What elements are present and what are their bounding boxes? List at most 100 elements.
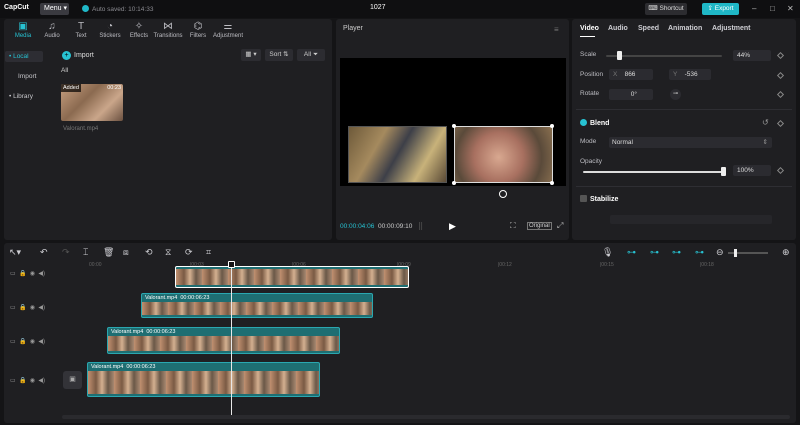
preview-clip-left[interactable] (348, 126, 447, 183)
reset-icon[interactable]: ↺ (762, 118, 769, 127)
sort-button[interactable]: Sort ⇅ (265, 49, 293, 61)
unchecked-icon (580, 195, 587, 202)
tab-speed[interactable]: Speed (638, 25, 659, 32)
undo-icon[interactable]: ↶ (40, 247, 48, 258)
auto-snap-icon[interactable]: ⊶ (650, 247, 659, 258)
tool-label: Filters (189, 33, 207, 39)
ruler-tick: |00:18 (700, 262, 714, 268)
plus-icon: + (62, 51, 71, 60)
tool-adjustment[interactable]: ⚌ Adjustment (212, 20, 244, 39)
stabilize-level-select[interactable] (610, 215, 772, 224)
blend-section[interactable]: Blend (580, 119, 609, 127)
zoom-fit-icon[interactable]: ⊕ (782, 247, 790, 258)
redo-icon[interactable]: ↷ (62, 247, 70, 258)
tab-video[interactable]: Video (580, 25, 599, 32)
tab-adjustment[interactable]: Adjustment (712, 25, 751, 32)
timeline-clip[interactable]: Valorant.mp4 00:00:06:23 (141, 293, 373, 318)
filter-button[interactable]: All ⏷ (297, 49, 325, 61)
tool-effects[interactable]: ✧ Effects (124, 20, 154, 39)
play-icon[interactable]: ▶ (449, 221, 456, 232)
shortcut-button[interactable]: ⌨ Shortcut (645, 3, 687, 15)
tool-audio[interactable]: ♫ Audio (37, 20, 67, 39)
playhead-handle[interactable] (228, 261, 235, 268)
y-value: -536 (684, 71, 698, 78)
ratio-button[interactable]: Original (527, 222, 552, 230)
tool-label: Text (75, 33, 87, 39)
menu-button[interactable]: Menu ▾ (40, 3, 69, 15)
scale-slider[interactable] (606, 55, 722, 57)
player-menu-icon[interactable]: ≡ (554, 25, 559, 34)
crop-tool-icon[interactable]: ⌗ (206, 247, 211, 258)
maximize-icon[interactable]: □ (770, 4, 775, 13)
playhead[interactable] (231, 263, 232, 415)
blend-mode-select[interactable]: Normal ⇕ (609, 137, 772, 148)
tool-filters[interactable]: ⌬ Filters (183, 20, 213, 39)
track-controls[interactable]: ▭ 🔒 ◉ ◀) (10, 377, 45, 384)
current-time: 00:00:04:06 (340, 223, 375, 230)
track-controls[interactable]: ▭ 🔒 ◉ ◀) (10, 338, 45, 345)
sidebar-item-import[interactable]: Import (14, 71, 52, 82)
tool-transitions[interactable]: ⋈ Transitions (153, 20, 183, 39)
delete-icon[interactable]: 🗑 (103, 247, 114, 258)
rotate-dial-icon[interactable]: ⊸ (670, 89, 681, 100)
tool-text[interactable]: T Text (66, 20, 96, 39)
crop-icon[interactable]: ⛶ (510, 221, 516, 231)
split-icon[interactable]: ⌶ (83, 247, 88, 258)
rotate-icon[interactable]: ⟳ (185, 247, 193, 258)
zoom-out-icon[interactable]: ⊖ (716, 247, 724, 258)
sidebar-item-local[interactable]: • Local (5, 51, 43, 62)
fullscreen-icon[interactable]: ⤢ (557, 221, 563, 231)
microphone-icon[interactable]: 🎙 (602, 247, 613, 258)
preview-axis-icon[interactable]: ⊶ (695, 247, 704, 258)
close-icon[interactable]: ✕ (787, 4, 794, 13)
resize-handle[interactable] (550, 181, 554, 185)
resize-handle[interactable] (550, 124, 554, 128)
zoom-slider-knob[interactable] (734, 249, 737, 257)
main-track-magnet-icon[interactable]: ⊶ (627, 247, 636, 258)
cover-icon[interactable]: ▣ (63, 371, 82, 389)
grid-view-button[interactable]: ▦ ▾ (241, 49, 261, 61)
import-button[interactable]: + Import (62, 51, 94, 60)
preview-clip-right[interactable] (454, 126, 553, 183)
export-button[interactable]: ⇪ Export (702, 3, 739, 15)
position-x-field[interactable]: X 866 (609, 69, 653, 80)
resize-handle[interactable] (452, 124, 456, 128)
import-label: Import (74, 52, 94, 59)
stabilize-section[interactable]: Stabilize (580, 195, 618, 203)
stepper-icon: ⇕ (762, 139, 768, 146)
rotate-handle-icon[interactable] (499, 190, 507, 198)
timeline-view-icon[interactable]: ⣿ (418, 222, 423, 230)
tool-media[interactable]: ▣ Media (8, 20, 38, 39)
tab-animation[interactable]: Animation (668, 25, 702, 32)
track-controls[interactable]: ▭ 🔒 ◉ ◀) (10, 304, 45, 311)
effects-icon: ✧ (134, 21, 144, 32)
track-controls[interactable]: ▭ 🔒 ◉ ◀) (10, 270, 45, 277)
opacity-field[interactable]: 100% (733, 165, 771, 176)
tool-stickers[interactable]: ◔ Stickers (95, 20, 125, 39)
stabilize-label: Stabilize (590, 196, 619, 203)
reverse-icon[interactable]: ⟲ (145, 247, 153, 258)
scale-field[interactable]: 44% (733, 50, 771, 61)
minimize-icon[interactable]: – (752, 4, 756, 13)
timeline-scrollbar[interactable] (62, 415, 790, 419)
mirror-icon[interactable]: ⧖ (165, 247, 171, 258)
opacity-slider[interactable] (583, 171, 723, 173)
linkage-icon[interactable]: ⊶ (672, 247, 681, 258)
total-time: 00:00:09:10 (378, 223, 413, 230)
tool-label: Media (14, 33, 32, 39)
timeline-clip[interactable]: Valorant.mp4 00:00:06:23 (107, 327, 340, 354)
timeline-clip[interactable] (175, 266, 409, 288)
x-label: X (613, 71, 618, 78)
app-logo: CapCut (4, 4, 29, 11)
opacity-slider-knob[interactable] (721, 167, 726, 176)
freeze-icon[interactable]: ⧈ (123, 247, 129, 258)
position-y-field[interactable]: Y -536 (669, 69, 711, 80)
scale-slider-knob[interactable] (617, 51, 622, 60)
timeline-clip[interactable]: Valorant.mp4 00:00:06:23 (87, 362, 320, 397)
select-tool-icon[interactable]: ↖▾ (9, 247, 21, 258)
media-thumbnail[interactable]: Added 00:23 (61, 84, 123, 121)
sidebar-item-library[interactable]: • Library (5, 91, 43, 102)
tab-audio[interactable]: Audio (608, 25, 628, 32)
rotate-field[interactable]: 0° (609, 89, 653, 100)
resize-handle[interactable] (452, 181, 456, 185)
